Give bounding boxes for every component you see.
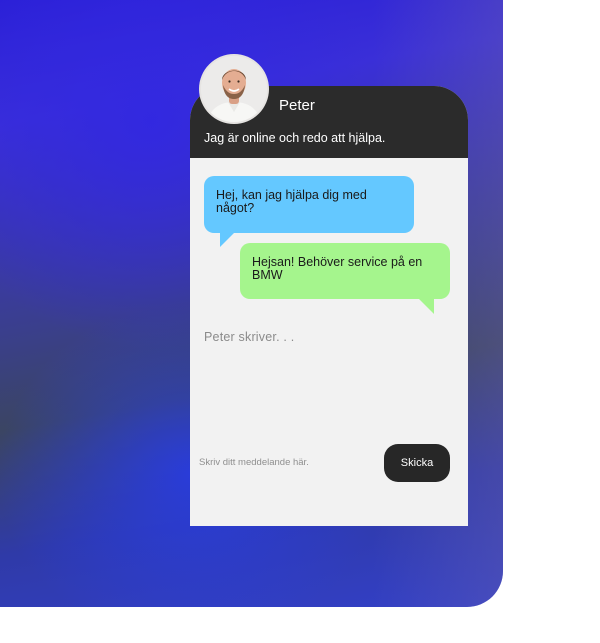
send-button[interactable]: Skicka xyxy=(384,444,450,482)
agent-message-bubble: Hej, kan jag hjälpa dig med något? xyxy=(204,176,414,233)
agent-avatar xyxy=(201,56,267,122)
agent-bubble-tail xyxy=(220,231,236,247)
agent-status: Jag är online och redo att hjälpa. xyxy=(204,131,386,145)
avatar-photo-icon xyxy=(201,56,267,122)
message-input[interactable] xyxy=(197,452,379,472)
user-bubble-tail xyxy=(418,298,434,314)
user-message-bubble: Hejsan! Behöver service på en BMW xyxy=(240,243,450,299)
typing-indicator: Peter skriver. . . xyxy=(204,330,295,344)
agent-name: Peter xyxy=(279,97,315,114)
